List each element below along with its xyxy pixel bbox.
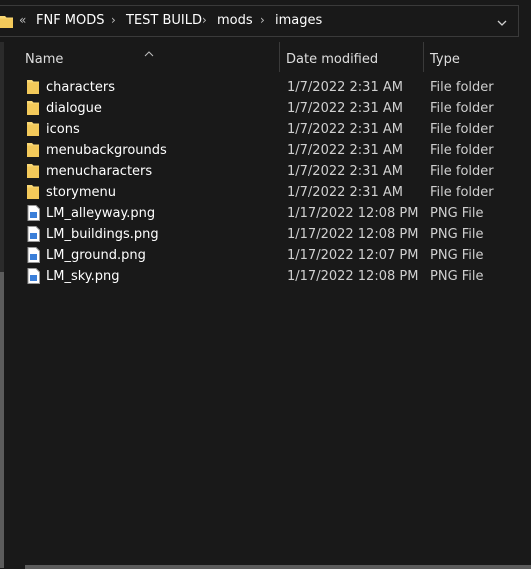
png-file-icon xyxy=(27,205,41,221)
refresh-button[interactable] xyxy=(519,5,531,37)
list-item[interactable]: menubackgrounds 1/7/2022 2:31 AM File fo… xyxy=(21,140,494,161)
breadcrumb-separator[interactable]: › xyxy=(202,12,207,29)
chevron-down-icon[interactable] xyxy=(496,14,508,26)
file-name: icons xyxy=(46,122,80,137)
column-divider[interactable] xyxy=(279,42,280,72)
file-date: 1/17/2022 12:08 PM xyxy=(287,206,419,221)
file-type: File folder xyxy=(430,185,494,200)
file-type: File folder xyxy=(430,164,494,179)
file-name: LM_sky.png xyxy=(46,269,120,284)
file-name: menubackgrounds xyxy=(46,143,167,158)
folder-icon xyxy=(27,163,41,179)
list-item[interactable]: storymenu 1/7/2022 2:31 AM File folder xyxy=(21,182,494,203)
file-date: 1/7/2022 2:31 AM xyxy=(287,80,403,95)
file-date: 1/7/2022 2:31 AM xyxy=(287,143,403,158)
column-divider[interactable] xyxy=(423,42,424,72)
list-item[interactable]: icons 1/7/2022 2:31 AM File folder xyxy=(21,119,494,140)
file-date: 1/7/2022 2:31 AM xyxy=(287,185,403,200)
sort-ascending-icon xyxy=(144,42,154,57)
vertical-scrollbar[interactable] xyxy=(0,272,4,568)
list-item[interactable]: LM_buildings.png 1/17/2022 12:08 PM PNG … xyxy=(21,224,484,245)
file-date: 1/17/2022 12:07 PM xyxy=(287,248,419,263)
file-name: LM_ground.png xyxy=(46,248,146,263)
file-name: LM_alleyway.png xyxy=(46,206,156,221)
png-file-icon xyxy=(27,247,41,263)
file-name: menucharacters xyxy=(46,164,153,179)
file-type: PNG File xyxy=(430,248,484,263)
folder-icon xyxy=(27,121,41,137)
breadcrumb-overflow-chevron[interactable]: « xyxy=(19,12,26,29)
file-date: 1/7/2022 2:31 AM xyxy=(287,101,403,116)
file-name: LM_buildings.png xyxy=(46,227,159,242)
file-type: File folder xyxy=(430,101,494,116)
horizontal-scrollbar[interactable] xyxy=(25,565,531,569)
list-item[interactable]: LM_ground.png 1/17/2022 12:07 PM PNG Fil… xyxy=(21,245,484,266)
column-header-name[interactable]: Name xyxy=(25,51,63,68)
file-date: 1/17/2022 12:08 PM xyxy=(287,227,419,242)
file-name: dialogue xyxy=(46,101,102,116)
png-file-icon xyxy=(27,226,41,242)
file-explorer-window: « FNF MODS › TEST BUILD › mods › images … xyxy=(0,0,531,569)
breadcrumb-mods[interactable]: mods xyxy=(217,12,253,29)
file-type: File folder xyxy=(430,122,494,137)
png-file-icon xyxy=(27,268,41,284)
address-bar: « FNF MODS › TEST BUILD › mods › images xyxy=(0,0,531,42)
breadcrumb-fnf-mods[interactable]: FNF MODS xyxy=(36,12,105,29)
folder-icon xyxy=(27,79,41,95)
file-type: PNG File xyxy=(430,227,484,242)
file-type: File folder xyxy=(430,143,494,158)
folder-icon xyxy=(27,100,41,116)
list-item[interactable]: menucharacters 1/7/2022 2:31 AM File fol… xyxy=(21,161,494,182)
breadcrumb-test-build[interactable]: TEST BUILD xyxy=(126,12,202,29)
list-item[interactable]: LM_alleyway.png 1/17/2022 12:08 PM PNG F… xyxy=(21,203,484,224)
column-header-type[interactable]: Type xyxy=(430,51,460,68)
scrollbar-track[interactable] xyxy=(0,42,4,272)
breadcrumb-images[interactable]: images xyxy=(275,12,322,29)
file-list-view: Name Date modified Type characters 1/7/2… xyxy=(0,42,531,569)
list-item[interactable]: LM_sky.png 1/17/2022 12:08 PM PNG File xyxy=(21,266,484,287)
file-type: PNG File xyxy=(430,206,484,221)
breadcrumb-separator[interactable]: › xyxy=(111,12,116,29)
file-type: File folder xyxy=(430,80,494,95)
file-date: 1/7/2022 2:31 AM xyxy=(287,164,403,179)
folder-icon xyxy=(27,184,41,200)
file-type: PNG File xyxy=(430,269,484,284)
file-date: 1/17/2022 12:08 PM xyxy=(287,269,419,284)
file-name: storymenu xyxy=(46,185,117,200)
list-item[interactable]: characters 1/7/2022 2:31 AM File folder xyxy=(21,77,494,98)
column-header: Name Date modified Type xyxy=(0,42,531,76)
column-header-date-modified[interactable]: Date modified xyxy=(286,51,378,68)
list-item[interactable]: dialogue 1/7/2022 2:31 AM File folder xyxy=(21,98,494,119)
file-date: 1/7/2022 2:31 AM xyxy=(287,122,403,137)
file-name: characters xyxy=(46,80,116,95)
folder-icon xyxy=(0,13,13,28)
folder-icon xyxy=(27,142,41,158)
breadcrumb-separator[interactable]: › xyxy=(260,12,265,29)
